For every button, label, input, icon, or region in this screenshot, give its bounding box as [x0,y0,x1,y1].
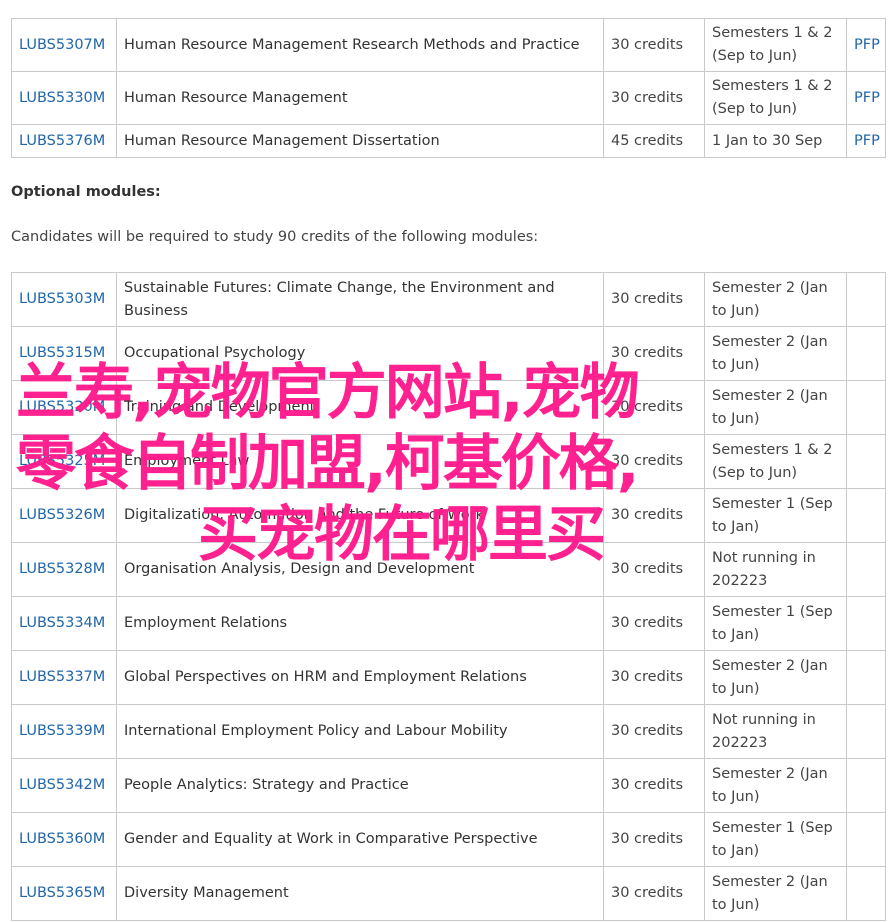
module-code-link[interactable]: LUBS5307M [11,18,117,72]
core-modules-body: LUBS5307M Human Resource Management Resea… [11,18,886,158]
module-title: Employment Law [116,434,604,489]
table-row: LUBS5307M Human Resource Management Resea… [11,18,886,72]
module-title: People Analytics: Strategy and Practice [116,758,604,813]
module-title: Organisation Analysis, Design and Develo… [116,542,604,597]
optional-modules-intro: Candidates will be required to study 90 … [11,229,539,245]
module-semester: Semester 2 (Jan to Jun) [704,866,847,921]
module-credits: 30 credits [603,596,705,651]
module-title: Employment Relations [116,596,604,651]
pfp-cell [846,488,886,543]
module-credits: 30 credits [603,812,705,867]
module-credits: 30 credits [603,866,705,921]
module-credits: 30 credits [603,434,705,489]
module-credits: 30 credits [603,650,705,705]
module-credits: 30 credits [603,704,705,759]
pfp-cell [846,542,886,597]
table-row: LUBS5337M Global Perspectives on HRM and … [11,650,886,705]
table-row: LUBS5303M Sustainable Futures: Climate Ch… [11,272,886,327]
optional-modules-body: LUBS5303M Sustainable Futures: Climate Ch… [11,272,886,921]
module-credits: 30 credits [603,272,705,327]
pfp-cell [846,434,886,489]
module-title: Sustainable Futures: Climate Change, the… [116,272,604,327]
module-credits: 30 credits [603,18,705,72]
table-row: LUBS5326M Digitalization, Automation and … [11,488,886,543]
module-semester: Semester 2 (Jan to Jun) [704,272,847,327]
table-row: LUBS5315M Occupational Psychology 30 credi… [11,326,886,381]
pfp-link[interactable]: PFP [846,18,886,72]
module-semester: Semesters 1 & 2 (Sep to Jun) [704,434,847,489]
module-code-link[interactable]: LUBS5360M [11,812,117,867]
module-credits: 30 credits [603,326,705,381]
module-semester: 1 Jan to 30 Sep [704,124,847,158]
module-code-link[interactable]: LUBS5303M [11,272,117,327]
module-title: International Employment Policy and Labo… [116,704,604,759]
table-row: LUBS5342M People Analytics: Strategy and … [11,758,886,813]
table-row: LUBS5365M Diversity Management 30 credits S… [11,866,886,921]
module-title: Training and Development [116,380,604,435]
module-title: Occupational Psychology [116,326,604,381]
module-semester: Semesters 1 & 2 (Sep to Jun) [704,71,847,125]
module-code-link[interactable]: LUBS5326M [11,488,117,543]
pfp-link[interactable]: PFP [846,124,886,158]
module-credits: 30 credits [603,758,705,813]
module-credits: 45 credits [603,124,705,158]
pfp-link[interactable]: PFP [846,71,886,125]
module-title: Human Resource Management Dissertation [116,124,604,158]
module-title: Human Resource Management Research Metho… [116,18,604,72]
module-semester: Semester 1 (Sep to Jan) [704,488,847,543]
module-code-link[interactable]: LUBS5376M [11,124,117,158]
table-row: LUBS5320M Training and Development 30 cred… [11,380,886,435]
module-credits: 30 credits [603,71,705,125]
module-code-link[interactable]: LUBS5330M [11,71,117,125]
pfp-cell [846,380,886,435]
pfp-cell [846,272,886,327]
module-credits: 30 credits [603,380,705,435]
module-semester: Semester 2 (Jan to Jun) [704,758,847,813]
module-title: Gender and Equality at Work in Comparati… [116,812,604,867]
module-semester: Not running in 202223 [704,542,847,597]
module-semester: Not running in 202223 [704,704,847,759]
core-modules-table: LUBS5307M Human Resource Management Resea… [11,18,886,158]
pfp-cell [846,866,886,921]
module-code-link[interactable]: LUBS5365M [11,866,117,921]
module-code-link[interactable]: LUBS5342M [11,758,117,813]
table-row: LUBS5360M Gender and Equality at Work in … [11,812,886,867]
module-code-link[interactable]: LUBS5328M [11,542,117,597]
module-semester: Semester 1 (Sep to Jan) [704,812,847,867]
pfp-cell [846,650,886,705]
module-semester: Semester 1 (Sep to Jan) [704,596,847,651]
module-code-link[interactable]: LUBS5315M [11,326,117,381]
module-credits: 30 credits [603,488,705,543]
pfp-cell [846,704,886,759]
module-code-link[interactable]: LUBS5325M [11,434,117,489]
module-title: Diversity Management [116,866,604,921]
module-semester: Semester 2 (Jan to Jun) [704,380,847,435]
module-semester: Semester 2 (Jan to Jun) [704,326,847,381]
pfp-cell [846,812,886,867]
module-code-link[interactable]: LUBS5337M [11,650,117,705]
table-row: LUBS5330M Human Resource Management 30 cre… [11,71,886,125]
optional-modules-heading: Optional modules: [11,184,161,200]
table-row: LUBS5339M International Employment Policy… [11,704,886,759]
module-title: Global Perspectives on HRM and Employmen… [116,650,604,705]
module-semester: Semester 2 (Jan to Jun) [704,650,847,705]
module-code-link[interactable]: LUBS5339M [11,704,117,759]
table-row: LUBS5328M Organisation Analysis, Design a… [11,542,886,597]
module-code-link[interactable]: LUBS5334M [11,596,117,651]
module-title: Digitalization, Automation and the Futur… [116,488,604,543]
pfp-cell [846,326,886,381]
module-title: Human Resource Management [116,71,604,125]
module-code-link[interactable]: LUBS5320M [11,380,117,435]
module-semester: Semesters 1 & 2 (Sep to Jun) [704,18,847,72]
table-row: LUBS5376M Human Resource Management Disse… [11,124,886,158]
pfp-cell [846,758,886,813]
table-row: LUBS5325M Employment Law 30 credits Semeste… [11,434,886,489]
pfp-cell [846,596,886,651]
optional-modules-table: LUBS5303M Sustainable Futures: Climate Ch… [11,272,886,921]
table-row: LUBS5334M Employment Relations 30 credits S… [11,596,886,651]
module-credits: 30 credits [603,542,705,597]
